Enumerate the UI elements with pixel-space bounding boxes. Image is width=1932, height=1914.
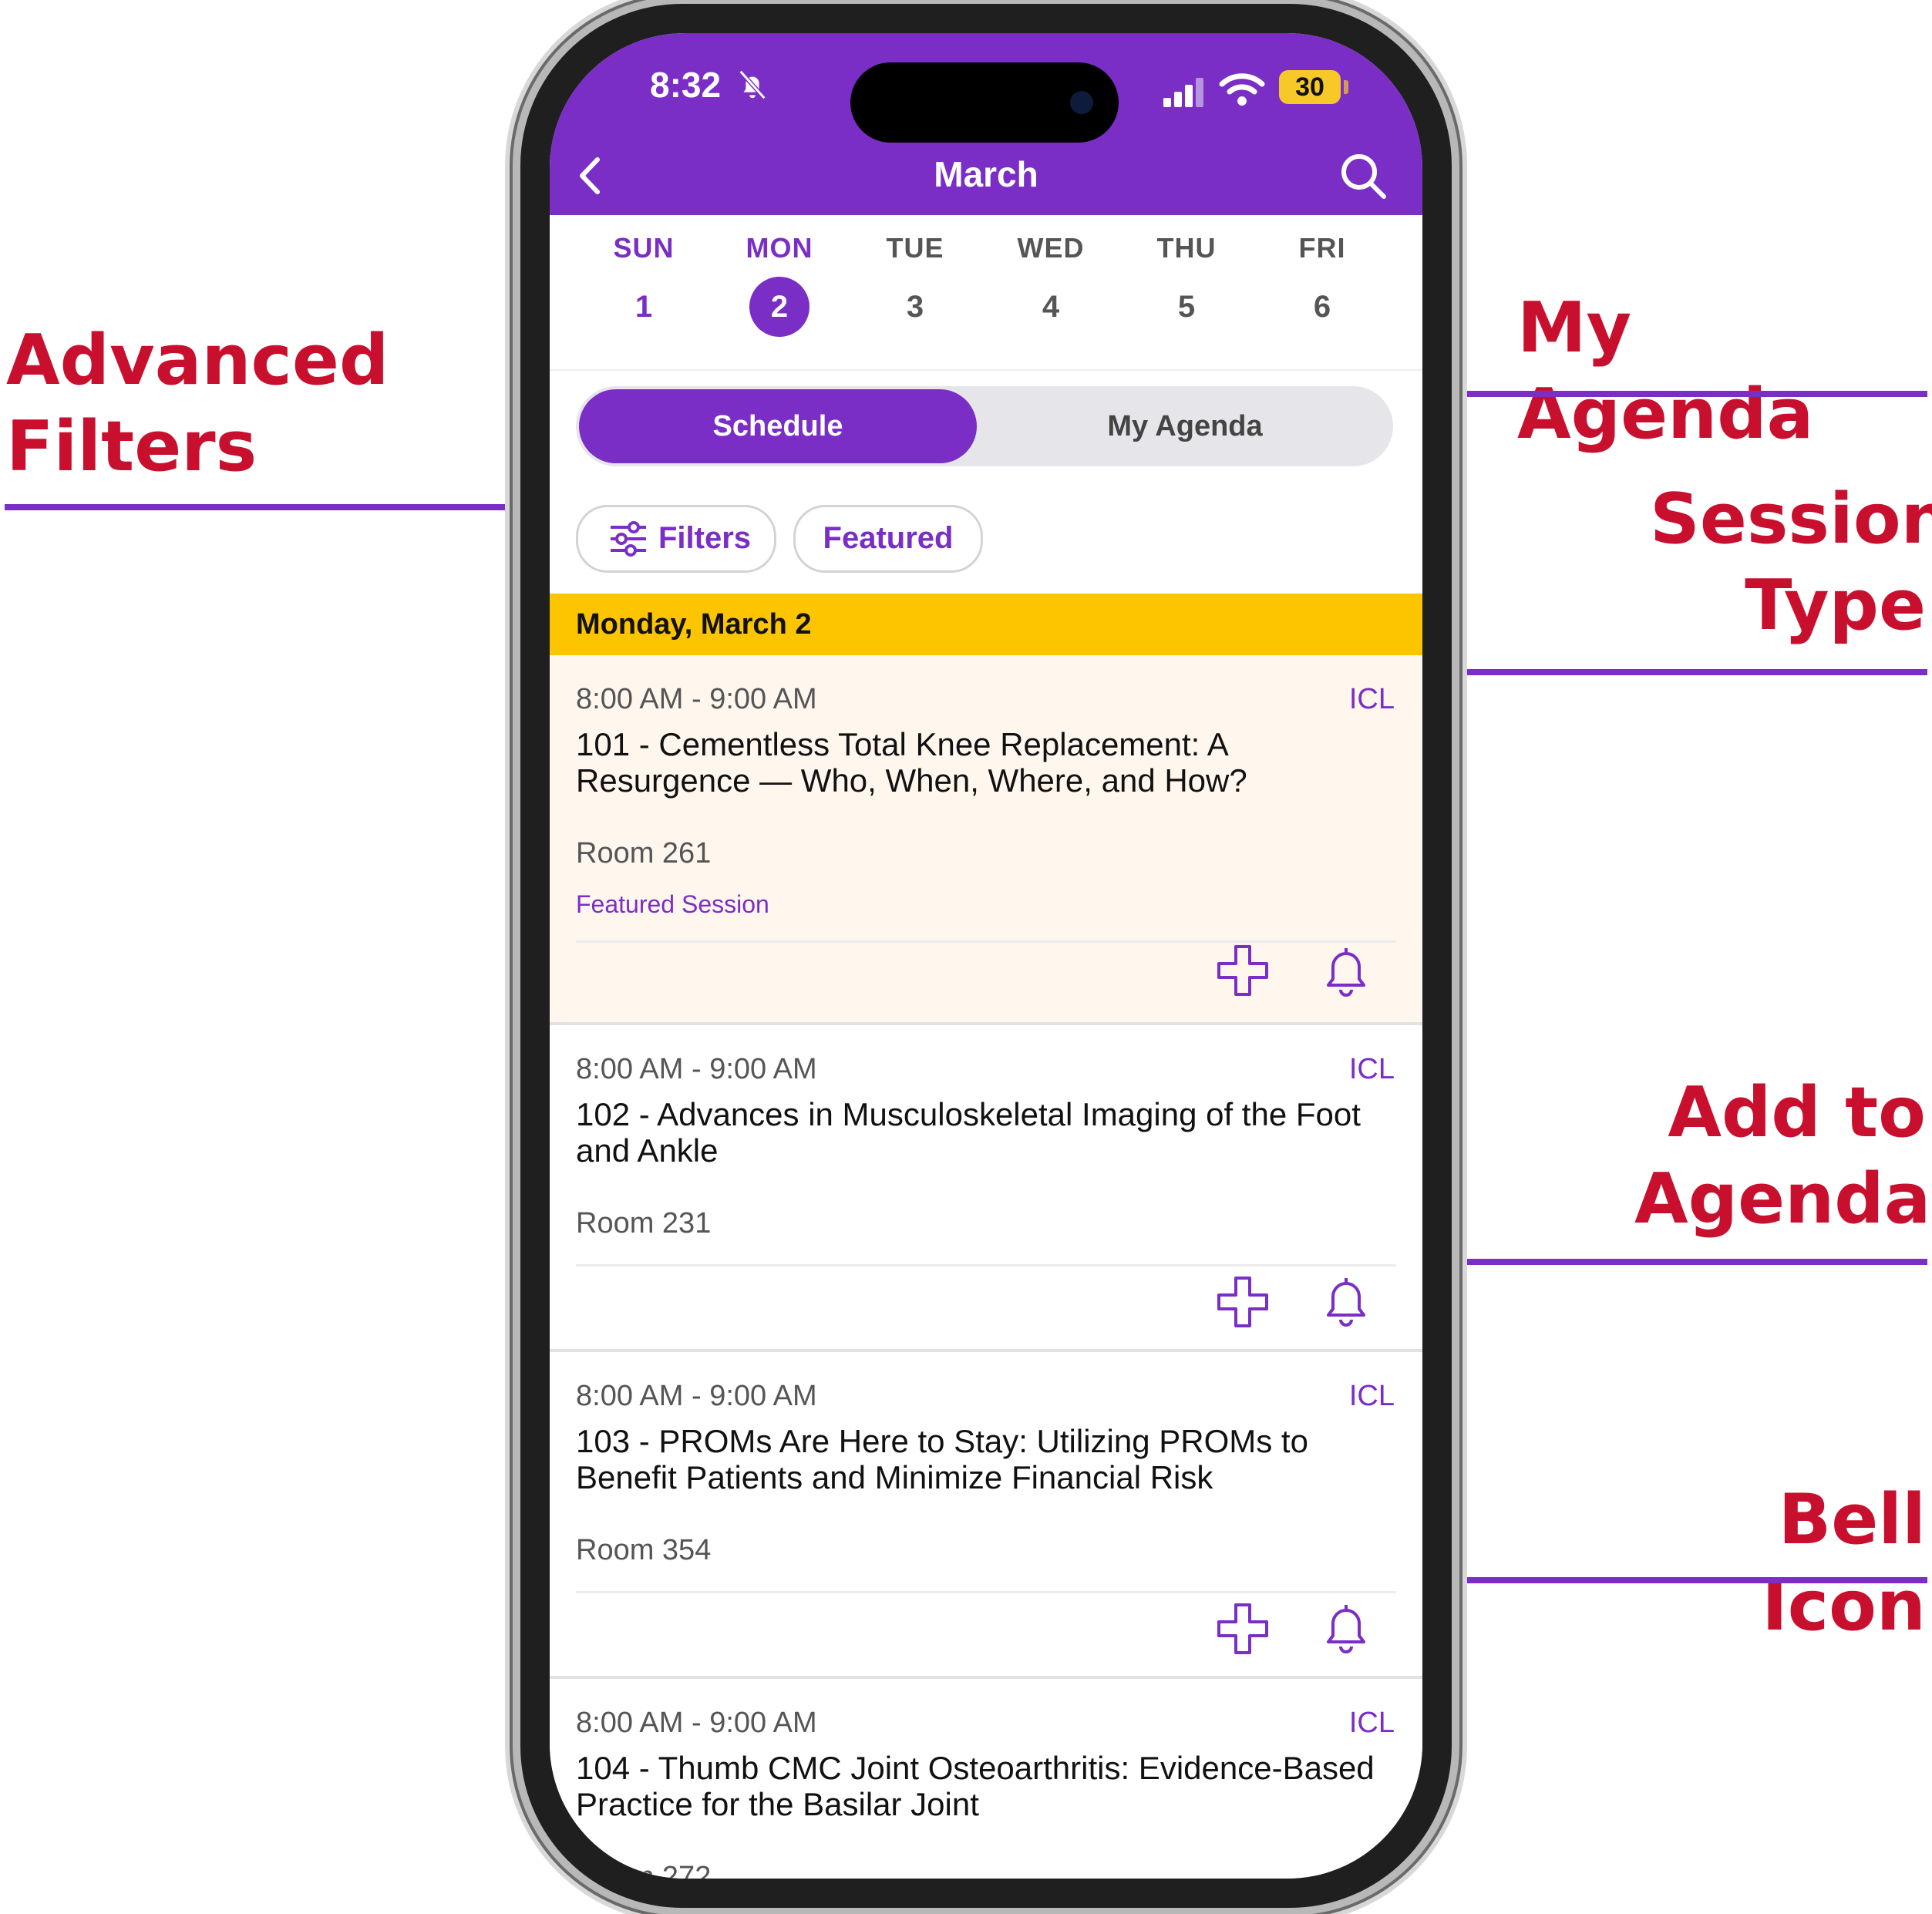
session-title: 101 - Cementless Total Knee Replacement:…: [576, 726, 1247, 799]
date-section-header: Monday, March 2: [550, 594, 1422, 655]
session-type: ICL: [1348, 1707, 1395, 1739]
day-name: TUE: [886, 232, 944, 264]
day-number: 6: [1313, 290, 1331, 324]
callout-line-bell-icon: [1415, 1577, 1927, 1583]
day-name: THU: [1156, 232, 1217, 264]
session-card[interactable]: 8:00 AM - 9:00 AM ICL 102 - Advances in …: [550, 1025, 1422, 1352]
sliders-icon: [611, 521, 646, 557]
day-number: 1: [634, 290, 653, 324]
page-title: March: [934, 154, 1038, 194]
day-wed[interactable]: WED 4: [983, 215, 1119, 337]
filters-label: Filters: [658, 521, 752, 555]
day-number: 2: [749, 277, 809, 337]
session-card[interactable]: 8:00 AM - 9:00 AM ICL 104 - Thumb CMC Jo…: [550, 1679, 1422, 1879]
session-card[interactable]: 8:00 AM - 9:00 AM ICL 103 - PROMs Are He…: [550, 1352, 1422, 1679]
session-type: ICL: [1348, 1380, 1395, 1412]
session-title: 103 - PROMs Are Here to Stay: Utilizing …: [576, 1423, 1308, 1495]
session-title: 104 - Thumb CMC Joint Osteoarthritis: Ev…: [576, 1750, 1375, 1822]
app-header: 8:32 30 March: [550, 33, 1422, 215]
day-number: 4: [1042, 290, 1060, 324]
day-thu[interactable]: THU 5: [1119, 215, 1254, 337]
session-room: Room 354: [576, 1534, 712, 1566]
featured-button[interactable]: Featured: [793, 505, 983, 573]
session-type: ICL: [1348, 683, 1395, 715]
callout-advanced-filters: Advanced Filters: [6, 320, 389, 487]
day-name: SUN: [613, 232, 675, 264]
phone-frame: 8:32 30 March SUN 1 MON 2 TUE 3 WED 4 TH…: [520, 4, 1452, 1908]
day-name: MON: [746, 232, 813, 264]
add-to-agenda-icon[interactable]: [1214, 1273, 1271, 1330]
tab-my-agenda[interactable]: My Agenda: [977, 389, 1393, 463]
day-sun[interactable]: SUN 1: [576, 215, 712, 337]
callout-my-agenda: My Agenda: [1517, 288, 1814, 455]
session-room: Room 231: [576, 1207, 712, 1240]
phone-screen: 8:32 30 March SUN 1 MON 2 TUE 3 WED 4 TH…: [550, 33, 1422, 1879]
cellular-signal-icon: [1163, 78, 1203, 107]
tab-schedule[interactable]: Schedule: [579, 389, 977, 463]
bell-icon[interactable]: [1319, 1599, 1373, 1657]
callout-line-advanced-filters: [5, 504, 561, 510]
session-time: 8:00 AM - 9:00 AM: [576, 1380, 817, 1412]
filters-button[interactable]: Filters: [576, 505, 776, 573]
add-to-agenda-icon[interactable]: [1214, 1600, 1271, 1657]
day-mon-selected[interactable]: MON 2: [712, 215, 847, 337]
card-divider: [576, 1591, 1396, 1593]
session-room: Room 261: [576, 837, 712, 870]
callout-add-to-agenda: Add to Agenda: [1634, 1072, 1931, 1240]
callout-line-my-agenda: [1415, 391, 1927, 397]
add-to-agenda-icon[interactable]: [1214, 942, 1271, 999]
view-toggle: Schedule My Agenda: [576, 386, 1393, 466]
day-selector: SUN 1 MON 2 TUE 3 WED 4 THU 5 FRI 6: [550, 215, 1422, 371]
session-time: 8:00 AM - 9:00 AM: [576, 1707, 817, 1739]
card-divider: [576, 1264, 1396, 1266]
camera-icon: [1070, 91, 1093, 114]
status-time: 8:32: [650, 65, 722, 105]
session-room: Room 272: [576, 1861, 712, 1879]
card-divider: [576, 940, 1396, 943]
search-icon[interactable]: [1336, 149, 1392, 204]
day-name: WED: [1017, 232, 1085, 264]
silent-bell-icon: [739, 69, 766, 100]
bell-icon[interactable]: [1319, 1272, 1373, 1330]
callout-line-session-type: [1415, 669, 1927, 675]
day-tue[interactable]: TUE 3: [847, 215, 983, 337]
day-number: 5: [1177, 290, 1196, 324]
featured-session-tag: Featured Session: [576, 890, 769, 918]
callout-session-type: Session Type: [1650, 479, 1932, 646]
day-number: 3: [906, 290, 924, 324]
session-type: ICL: [1348, 1053, 1395, 1085]
session-time: 8:00 AM - 9:00 AM: [576, 683, 817, 715]
day-fri[interactable]: FRI 6: [1254, 215, 1390, 337]
day-name: FRI: [1298, 232, 1346, 264]
date-section-label: Monday, March 2: [576, 608, 812, 641]
session-title: 102 - Advances in Musculoskeletal Imagin…: [576, 1096, 1361, 1169]
wifi-icon: [1219, 73, 1265, 106]
session-card[interactable]: 8:00 AM - 9:00 AM ICL 101 - Cementless T…: [550, 655, 1422, 1025]
session-time: 8:00 AM - 9:00 AM: [576, 1053, 817, 1085]
callout-bell-icon: Bell Icon: [1762, 1479, 1926, 1647]
battery-nub: [1344, 80, 1348, 94]
bell-icon[interactable]: [1319, 942, 1373, 1001]
battery-indicator: 30: [1279, 70, 1341, 104]
